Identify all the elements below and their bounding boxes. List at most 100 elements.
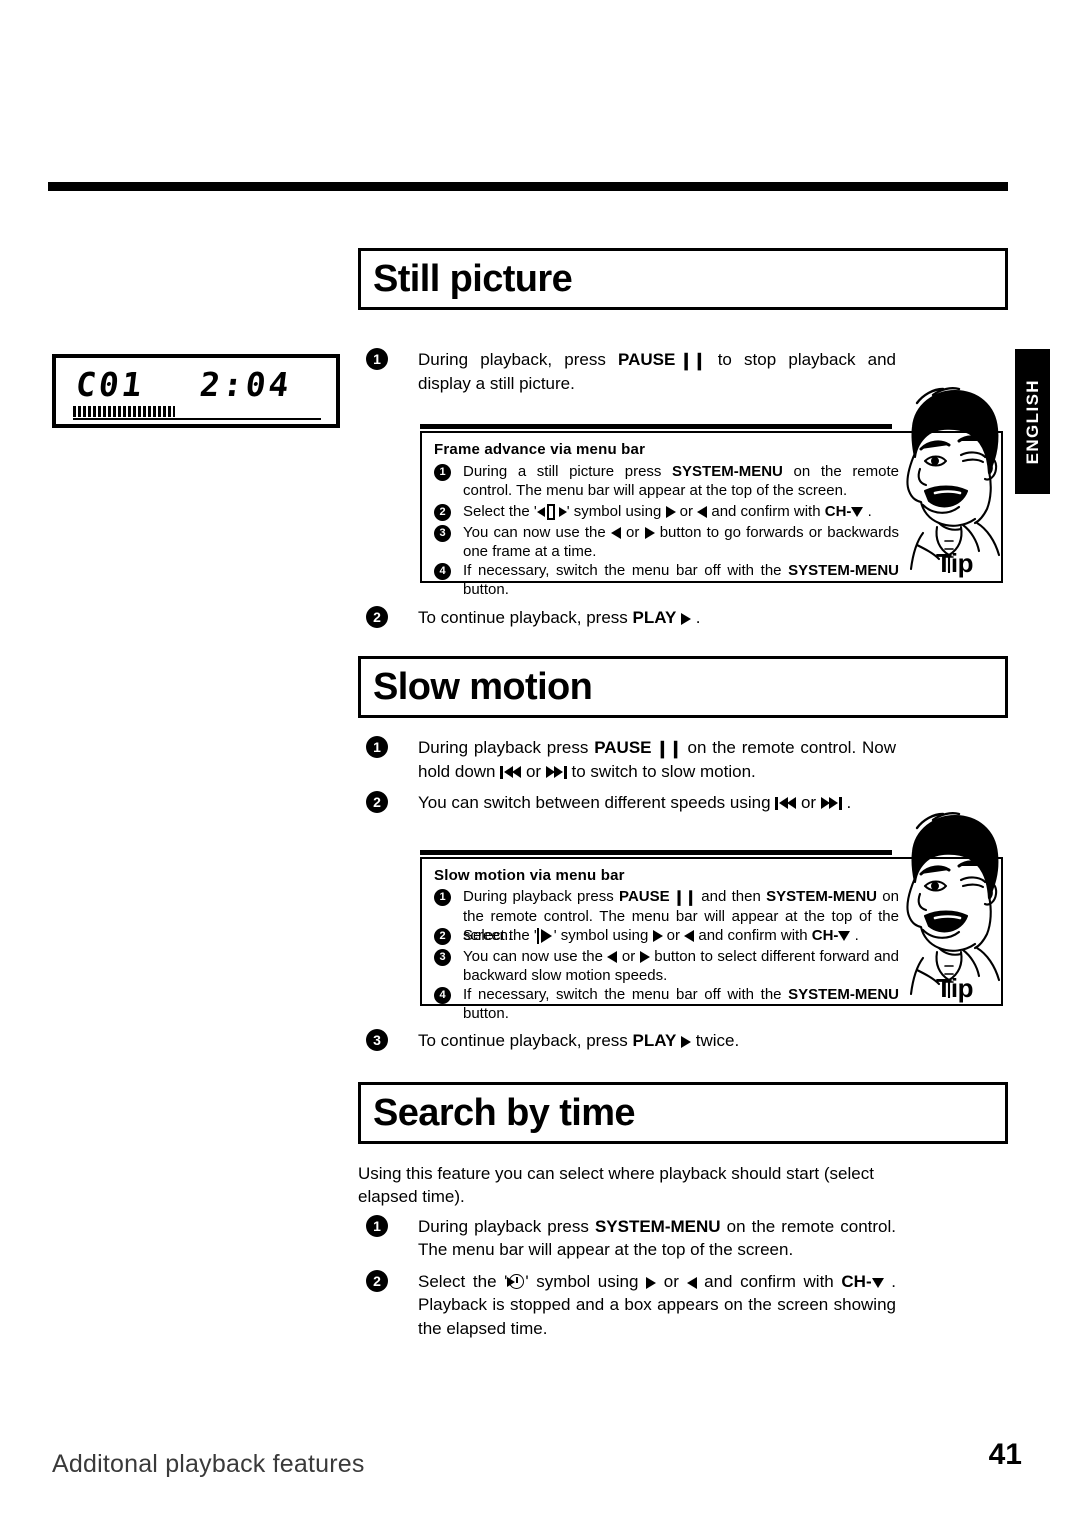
- lcd-display-illustration: C01 2:04: [52, 354, 340, 428]
- step-text: During playback press PAUSE ❙❙ on the re…: [418, 736, 896, 784]
- right-triangle-icon: [665, 506, 676, 519]
- step-bullet: 1: [366, 348, 388, 370]
- key-label-system-menu: SYSTEM-MENU: [594, 1217, 721, 1236]
- section-title: Slow motion: [373, 665, 593, 708]
- down-triangle-icon: [838, 931, 851, 942]
- pause-icon: ❙❙: [669, 889, 697, 906]
- key-label-ch-minus: CH-: [824, 503, 852, 520]
- tip-text-part: During playback press: [463, 888, 620, 905]
- tip-text-part: You can now use the: [463, 948, 608, 965]
- step-text: Select the ' ' symbol using or and confir…: [418, 1270, 896, 1340]
- tip-text-part: If necessary, switch the menu bar off wi…: [463, 562, 789, 579]
- tip-text-part: .: [863, 503, 872, 520]
- tip-text-part: Select the ': [463, 927, 537, 944]
- key-label-play: PLAY: [632, 608, 677, 627]
- tip-text-part: or: [662, 927, 685, 944]
- tip-text-part: You can now use the: [463, 524, 611, 541]
- tip-step-bullet: 1: [434, 889, 451, 906]
- step-still-2: 2 To continue playback, press PLAY .: [366, 606, 896, 629]
- tip-step-4: 4 If necessary, switch the menu bar off …: [434, 561, 899, 599]
- step-text-part: Select the ': [418, 1272, 508, 1291]
- step-text-part: During playback, press: [418, 350, 618, 369]
- tip-character-illustration: [893, 808, 1011, 998]
- tip-top-rule-1: [420, 424, 892, 429]
- tip-text-part: button.: [463, 581, 509, 599]
- tip-text-part: and confirm with: [707, 503, 825, 520]
- step-slow-2: 2 You can switch between different speed…: [366, 791, 896, 814]
- step-text: During playback, press PAUSE ❙❙ to stop …: [418, 348, 896, 396]
- tip-top-rule-2: [420, 850, 892, 855]
- key-label-system-menu: SYSTEM-MENU: [788, 986, 899, 1003]
- key-label-system-menu: SYSTEM-MENU: [766, 888, 877, 905]
- tip-step-bullet: 2: [434, 504, 451, 521]
- left-triangle-icon: [684, 930, 695, 943]
- right-triangle-icon: [646, 1276, 657, 1289]
- step-text-part: to switch to slow motion.: [566, 762, 756, 782]
- step-text-part: .: [691, 608, 701, 627]
- time-search-icon: [507, 1273, 525, 1292]
- left-triangle-icon: [686, 1276, 697, 1289]
- tip-step-text: During a still picture press SYSTEM-MENU…: [463, 462, 899, 500]
- tip-step-text: If necessary, switch the menu bar off wi…: [463, 561, 899, 599]
- down-triangle-icon: [871, 1277, 884, 1288]
- key-label-system-menu: SYSTEM-MENU: [788, 562, 899, 579]
- tip-text-part: ' symbol using: [566, 503, 666, 520]
- tip-step-text: You can now use the or button to go forw…: [463, 523, 899, 561]
- lcd-progress-track: [73, 418, 321, 420]
- previous-track-icon: [775, 797, 797, 811]
- left-triangle-icon: [610, 527, 621, 540]
- section-heading-search-by-time: Search by time: [358, 1082, 1008, 1144]
- tip-step-text: Select the ' ' symbol using or and confir…: [463, 926, 859, 945]
- tip-step-bullet: 2: [434, 928, 451, 945]
- step-text: During playback press SYSTEM-MENU on the…: [418, 1215, 896, 1262]
- pause-icon: ❙❙: [651, 739, 683, 758]
- step-text-part: .: [841, 793, 852, 812]
- step-search-2: 2 Select the ' ' symbol using or and conf…: [366, 1270, 896, 1340]
- step-text-part: You can switch between different speeds …: [418, 793, 776, 812]
- tip-step-bullet: 1: [434, 464, 451, 481]
- step-still-1: 1 During playback, press PAUSE ❙❙ to sto…: [366, 348, 896, 396]
- header-rule: [48, 182, 1008, 191]
- previous-track-icon: [500, 766, 522, 780]
- step-bullet: 1: [366, 1215, 388, 1237]
- lcd-progress-bar: [73, 406, 321, 420]
- tip-text-part: If necessary, switch the menu bar off wi…: [463, 986, 789, 1003]
- tip-title: Frame advance via menu bar: [434, 441, 646, 458]
- tip-text-part: or: [675, 503, 698, 520]
- tip-text-part: Select the ': [463, 503, 537, 520]
- down-triangle-icon: [851, 507, 864, 518]
- step-text-part: ' symbol using: [525, 1272, 647, 1291]
- step-bullet: 2: [366, 1270, 388, 1292]
- tip-step-text: If necessary, switch the menu bar off wi…: [463, 985, 899, 1023]
- pause-icon: ❙❙: [675, 351, 707, 370]
- key-label-system-menu: SYSTEM-MENU: [672, 463, 783, 480]
- tip-step-2: 2 Select the ' ' symbol using or and conf…: [434, 926, 899, 945]
- tip-step-4: 4 If necessary, switch the menu bar off …: [434, 985, 899, 1023]
- language-tab-label: ENGLISH: [1022, 378, 1042, 465]
- step-text-part: To continue playback, press: [418, 1031, 633, 1050]
- step-search-1: 1 During playback press SYSTEM-MENU on t…: [366, 1215, 896, 1262]
- key-label-ch-minus: CH-: [841, 1272, 872, 1291]
- step-text: To continue playback, press PLAY .: [418, 606, 700, 629]
- slow-motion-icon: [536, 928, 554, 945]
- tip-step-text: You can now use the or button to select …: [463, 947, 899, 985]
- key-label-ch-minus: CH-: [811, 927, 839, 944]
- key-label-play: PLAY: [632, 1031, 677, 1050]
- right-triangle-icon: [652, 930, 663, 943]
- step-slow-1: 1 During playback press PAUSE ❙❙ on the …: [366, 736, 896, 784]
- tip-text-part: .: [850, 927, 859, 944]
- step-bullet: 3: [366, 1029, 388, 1051]
- section-heading-slow-motion: Slow motion: [358, 656, 1008, 718]
- footer-section-title: Additonal playback features: [52, 1450, 365, 1478]
- tip-text-part: or: [617, 948, 640, 965]
- step-text-part: During playback press: [418, 738, 595, 757]
- tip-step-bullet: 4: [434, 987, 451, 1004]
- section-title: Search by time: [373, 1091, 636, 1134]
- step-text-part: During playback press: [418, 1217, 595, 1236]
- section-heading-still-picture: Still picture: [358, 248, 1008, 310]
- right-triangle-icon: [639, 951, 650, 964]
- tip-step-3: 3 You can now use the or button to selec…: [434, 947, 899, 985]
- search-intro-paragraph: Using this feature you can select where …: [358, 1164, 874, 1207]
- lcd-progress-fill: [73, 406, 175, 417]
- tip-character-illustration: [893, 383, 1011, 573]
